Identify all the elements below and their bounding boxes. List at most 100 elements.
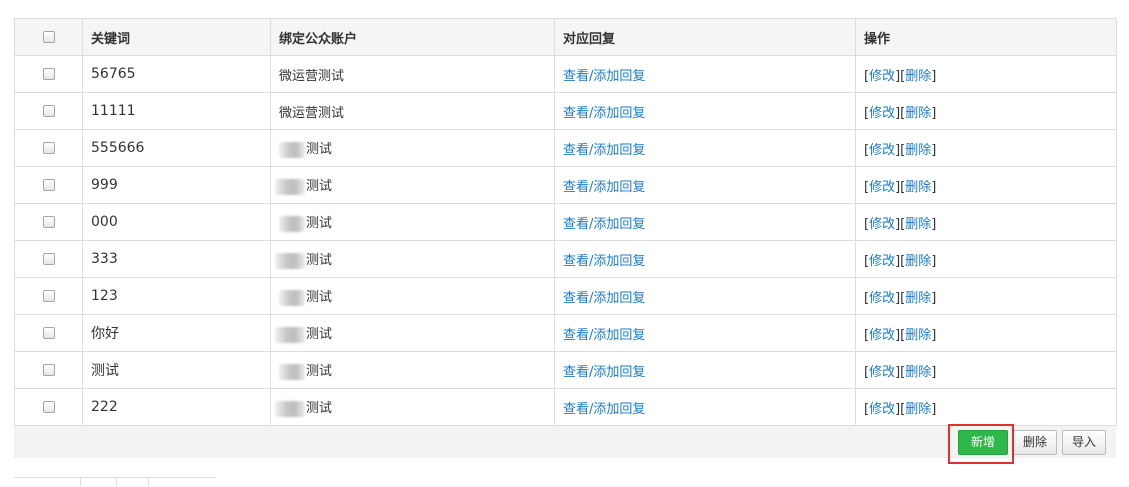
- table-row: 测试 测试 查看/添加回复 [修改][删除]: [14, 351, 1117, 389]
- pagination-divider: [80, 478, 81, 486]
- delete-link[interactable]: 删除: [905, 180, 931, 195]
- reply-cell: 查看/添加回复: [554, 129, 856, 167]
- row-select-cell: [14, 203, 83, 241]
- keyword-cell: 222: [82, 388, 271, 426]
- view-add-reply-link[interactable]: 查看/添加回复: [563, 365, 645, 380]
- edit-link[interactable]: 修改: [869, 365, 895, 380]
- account-name: 测试: [306, 290, 333, 306]
- view-add-reply-link[interactable]: 查看/添加回复: [563, 69, 645, 84]
- delete-link[interactable]: 删除: [905, 69, 931, 84]
- delete-link[interactable]: 删除: [905, 106, 931, 121]
- delete-button[interactable]: 删除: [1012, 430, 1057, 455]
- keyword-cell: 11111: [82, 92, 271, 130]
- bracket-close: ]: [931, 401, 937, 417]
- row-select-cell: [14, 92, 83, 130]
- bracket-close: ]: [931, 327, 937, 343]
- keyword-cell: 555666: [82, 129, 271, 167]
- redacted-mask: [275, 252, 305, 269]
- keyword-cell: 999: [82, 166, 271, 204]
- row-select-cell: [14, 314, 83, 352]
- row-select-cell: [14, 351, 83, 389]
- row-checkbox[interactable]: [42, 105, 55, 117]
- import-button[interactable]: 导入: [1061, 430, 1106, 455]
- view-add-reply-link[interactable]: 查看/添加回复: [563, 254, 645, 269]
- account-cell: 测试: [270, 129, 555, 167]
- edit-link[interactable]: 修改: [869, 328, 895, 343]
- view-add-reply-link[interactable]: 查看/添加回复: [563, 143, 645, 158]
- keyword-cell: 000: [82, 203, 271, 241]
- pagination: [14, 477, 216, 487]
- delete-link[interactable]: 删除: [905, 365, 931, 380]
- select-all-checkbox[interactable]: [42, 31, 55, 43]
- bracket-close: ]: [931, 290, 937, 306]
- table-row: 你好 测试 查看/添加回复 [修改][删除]: [14, 314, 1117, 352]
- row-checkbox[interactable]: [42, 142, 55, 154]
- ops-cell: [修改][删除]: [855, 351, 1117, 389]
- column-header-account[interactable]: 绑定公众账户: [270, 18, 555, 56]
- account-name: 测试: [306, 216, 333, 232]
- keyword-cell: 333: [82, 240, 271, 278]
- account-cell: 测试: [270, 388, 555, 426]
- redacted-mask: [279, 289, 305, 306]
- delete-link[interactable]: 删除: [905, 328, 931, 343]
- edit-link[interactable]: 修改: [869, 254, 895, 269]
- column-header-keyword[interactable]: 关键词: [82, 18, 271, 56]
- add-button[interactable]: 新增: [957, 430, 1008, 455]
- edit-link[interactable]: 修改: [869, 402, 895, 417]
- row-checkbox[interactable]: [42, 327, 55, 339]
- row-checkbox[interactable]: [42, 401, 55, 413]
- ops-cell: [修改][删除]: [855, 314, 1117, 352]
- row-checkbox[interactable]: [42, 253, 55, 265]
- view-add-reply-link[interactable]: 查看/添加回复: [563, 402, 645, 417]
- account-name: 测试: [306, 364, 333, 380]
- delete-link[interactable]: 删除: [905, 217, 931, 232]
- edit-link[interactable]: 修改: [869, 180, 895, 195]
- select-all-cell: [14, 18, 83, 56]
- account-cell: 测试: [270, 240, 555, 278]
- edit-link[interactable]: 修改: [869, 106, 895, 121]
- redacted-mask: [279, 141, 305, 158]
- delete-link[interactable]: 删除: [905, 143, 931, 158]
- row-checkbox[interactable]: [42, 68, 55, 80]
- redacted-mask: [275, 400, 305, 417]
- delete-link[interactable]: 删除: [905, 254, 931, 269]
- row-select-cell: [14, 388, 83, 426]
- table-row: 11111 微运营测试 查看/添加回复 [修改][删除]: [14, 92, 1117, 130]
- pagination-divider: [148, 478, 149, 486]
- ops-cell: [修改][删除]: [855, 92, 1117, 130]
- view-add-reply-link[interactable]: 查看/添加回复: [563, 328, 645, 343]
- edit-link[interactable]: 修改: [869, 143, 895, 158]
- view-add-reply-link[interactable]: 查看/添加回复: [563, 217, 645, 232]
- bracket-close: ]: [931, 253, 937, 269]
- delete-link[interactable]: 删除: [905, 402, 931, 417]
- ops-cell: [修改][删除]: [855, 203, 1117, 241]
- redacted-mask: [279, 363, 305, 380]
- view-add-reply-link[interactable]: 查看/添加回复: [563, 106, 645, 121]
- column-header-reply[interactable]: 对应回复: [554, 18, 856, 56]
- ops-cell: [修改][删除]: [855, 240, 1117, 278]
- view-add-reply-link[interactable]: 查看/添加回复: [563, 291, 645, 306]
- table-row: 222 测试 查看/添加回复 [修改][删除]: [14, 388, 1117, 426]
- redacted-mask: [279, 215, 305, 232]
- action-buttons: 新增 删除 导入: [957, 430, 1106, 455]
- account-name: 测试: [306, 179, 333, 195]
- ops-cell: [修改][删除]: [855, 129, 1117, 167]
- edit-link[interactable]: 修改: [869, 217, 895, 232]
- account-cell: 测试: [270, 166, 555, 204]
- reply-cell: 查看/添加回复: [554, 351, 856, 389]
- row-checkbox[interactable]: [42, 216, 55, 228]
- row-checkbox[interactable]: [42, 364, 55, 376]
- ops-cell: [修改][删除]: [855, 277, 1117, 315]
- redacted-mask: [275, 326, 305, 343]
- column-header-ops[interactable]: 操作: [855, 18, 1117, 56]
- row-checkbox[interactable]: [42, 290, 55, 302]
- row-checkbox[interactable]: [42, 179, 55, 191]
- edit-link[interactable]: 修改: [869, 291, 895, 306]
- edit-link[interactable]: 修改: [869, 69, 895, 84]
- row-select-cell: [14, 55, 83, 93]
- view-add-reply-link[interactable]: 查看/添加回复: [563, 180, 645, 195]
- reply-cell: 查看/添加回复: [554, 388, 856, 426]
- reply-cell: 查看/添加回复: [554, 55, 856, 93]
- bracket-close: ]: [931, 216, 937, 232]
- delete-link[interactable]: 删除: [905, 291, 931, 306]
